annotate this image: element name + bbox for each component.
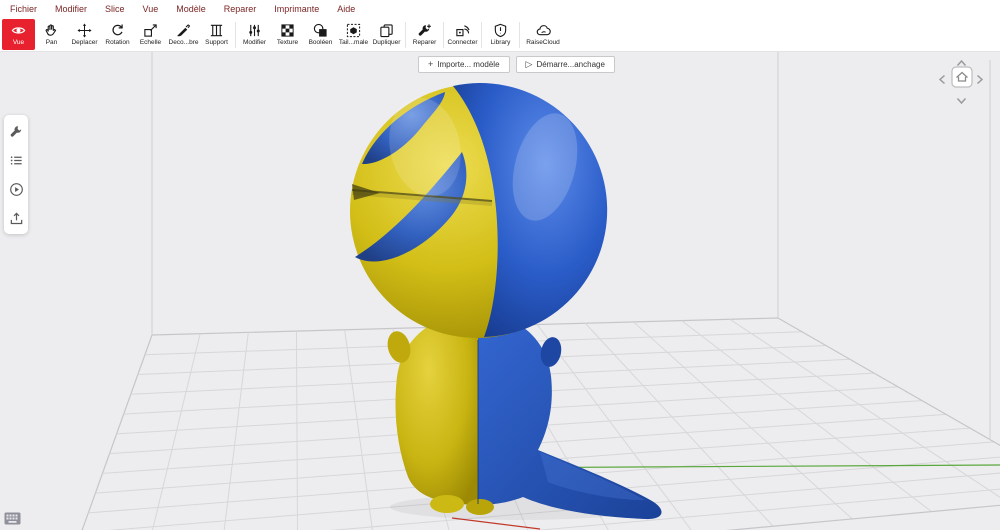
connect-icon xyxy=(455,23,470,38)
left-tool-panel xyxy=(4,115,28,234)
menu-vue[interactable]: Vue xyxy=(143,4,159,14)
toolbar-button-label: Dupliquer xyxy=(373,39,401,46)
toolbar-button-label: Connecter xyxy=(448,39,478,46)
toolbar-button-connecter[interactable]: Connecter xyxy=(446,19,479,50)
toolbar-button-taille-maximale[interactable]: Tail...male xyxy=(337,19,370,50)
toolbar-button-label: Support xyxy=(205,39,228,46)
menu-reparer[interactable]: Reparer xyxy=(224,4,257,14)
toolbar-button-label: Rotation xyxy=(105,39,129,46)
knife-icon xyxy=(176,23,191,38)
viewport-actions: + Importe... modèle ▷ Démarre...anchage xyxy=(418,56,615,73)
scale-icon xyxy=(143,23,158,38)
home-view-button[interactable] xyxy=(951,66,973,93)
scene-canvas xyxy=(0,52,1000,530)
chevron-left-icon xyxy=(938,74,946,85)
toolbar-button-raisecloud[interactable]: RaiseCloud xyxy=(522,19,564,50)
toolbar-button-vue[interactable]: Vue xyxy=(2,19,35,50)
sliders-icon xyxy=(247,23,262,38)
toolbar-button-booleen[interactable]: Booléen xyxy=(304,19,337,50)
toolbar-button-pan[interactable]: Pan xyxy=(35,19,68,50)
toolbar-button-label: Deplacer xyxy=(71,39,97,46)
checkerboard-icon xyxy=(280,23,295,38)
export-button[interactable] xyxy=(8,210,24,226)
toolbar-separator xyxy=(519,22,520,48)
viewport-3d[interactable]: + Importe... modèle ▷ Démarre...anchage xyxy=(0,52,1000,530)
menu-imprimante[interactable]: Imprimante xyxy=(274,4,319,14)
main-toolbar: Vue Pan Deplacer Rotation Echelle Deco..… xyxy=(0,18,1000,52)
rotate-down-button[interactable] xyxy=(956,92,967,110)
toolbar-button-reparer[interactable]: Reparer xyxy=(408,19,441,50)
wrench-plus-icon xyxy=(417,23,432,38)
wrench-icon xyxy=(9,124,24,139)
toolbar-button-dupliquer[interactable]: Dupliquer xyxy=(370,19,403,50)
toolbar-button-label: RaiseCloud xyxy=(526,39,560,46)
eye-icon xyxy=(11,23,26,38)
toolbar-button-modifier[interactable]: Modifier xyxy=(238,19,271,50)
toolbar-button-label: Reparer xyxy=(413,39,436,46)
duplicate-icon xyxy=(379,23,394,38)
toolbar-separator xyxy=(235,22,236,48)
toolbar-button-label: Library xyxy=(491,39,511,46)
start-slicing-button[interactable]: ▷ Démarre...anchage xyxy=(516,56,615,73)
play-outline-icon: ▷ xyxy=(526,60,533,69)
menu-bar: Fichier Modifier Slice Vue Modèle Repare… xyxy=(0,0,1000,18)
toolbar-button-label: Tail...male xyxy=(339,39,368,46)
toolbar-button-deplacer[interactable]: Deplacer xyxy=(68,19,101,50)
plus-icon: + xyxy=(428,60,433,69)
toolbar-button-decoupe-libre[interactable]: Deco...bre xyxy=(167,19,200,50)
toolbar-button-library[interactable]: Library xyxy=(484,19,517,50)
hand-icon xyxy=(44,23,59,38)
toolbar-button-support[interactable]: Support xyxy=(200,19,233,50)
rotate-left-button[interactable] xyxy=(938,72,946,90)
menu-modifier[interactable]: Modifier xyxy=(55,4,87,14)
import-model-label: Importe... modèle xyxy=(437,60,499,69)
chevron-right-icon xyxy=(976,74,984,85)
keyboard-shortcuts-button[interactable] xyxy=(4,512,21,525)
move-icon xyxy=(77,23,92,38)
menu-modele[interactable]: Modèle xyxy=(176,4,206,14)
max-size-icon xyxy=(346,23,361,38)
shield-icon xyxy=(493,23,508,38)
home-icon xyxy=(951,66,973,88)
toolbar-separator xyxy=(405,22,406,48)
toolbar-separator xyxy=(443,22,444,48)
toolbar-separator xyxy=(481,22,482,48)
play-circle-icon xyxy=(9,182,24,197)
preview-play-button[interactable] xyxy=(8,181,24,197)
rotate-right-button[interactable] xyxy=(976,72,984,90)
cloud-icon xyxy=(536,23,551,38)
toolbar-button-label: Echelle xyxy=(140,39,161,46)
start-slicing-label: Démarre...anchage xyxy=(536,60,604,69)
support-icon xyxy=(209,23,224,38)
keyboard-icon xyxy=(4,512,21,525)
menu-aide[interactable]: Aide xyxy=(337,4,355,14)
toolbar-button-texture[interactable]: Texture xyxy=(271,19,304,50)
toolbar-button-label: Deco...bre xyxy=(169,39,199,46)
import-model-button[interactable]: + Importe... modèle xyxy=(418,56,510,73)
boolean-shapes-icon xyxy=(313,23,328,38)
toolbar-button-echelle[interactable]: Echelle xyxy=(134,19,167,50)
toolbar-button-label: Vue xyxy=(13,39,24,46)
toolbar-button-label: Texture xyxy=(277,39,298,46)
upload-icon xyxy=(9,211,24,226)
view-navigation-widget xyxy=(934,54,988,106)
toolbar-button-rotation[interactable]: Rotation xyxy=(101,19,134,50)
toolbar-button-label: Modifier xyxy=(243,39,266,46)
menu-fichier[interactable]: Fichier xyxy=(10,4,37,14)
settings-wrench-button[interactable] xyxy=(8,123,24,139)
toolbar-button-label: Pan xyxy=(46,39,58,46)
chevron-down-icon xyxy=(956,97,967,105)
rotate-icon xyxy=(110,23,125,38)
model-list-button[interactable] xyxy=(8,152,24,168)
menu-slice[interactable]: Slice xyxy=(105,4,125,14)
list-icon xyxy=(9,153,24,168)
toolbar-button-label: Booléen xyxy=(309,39,333,46)
